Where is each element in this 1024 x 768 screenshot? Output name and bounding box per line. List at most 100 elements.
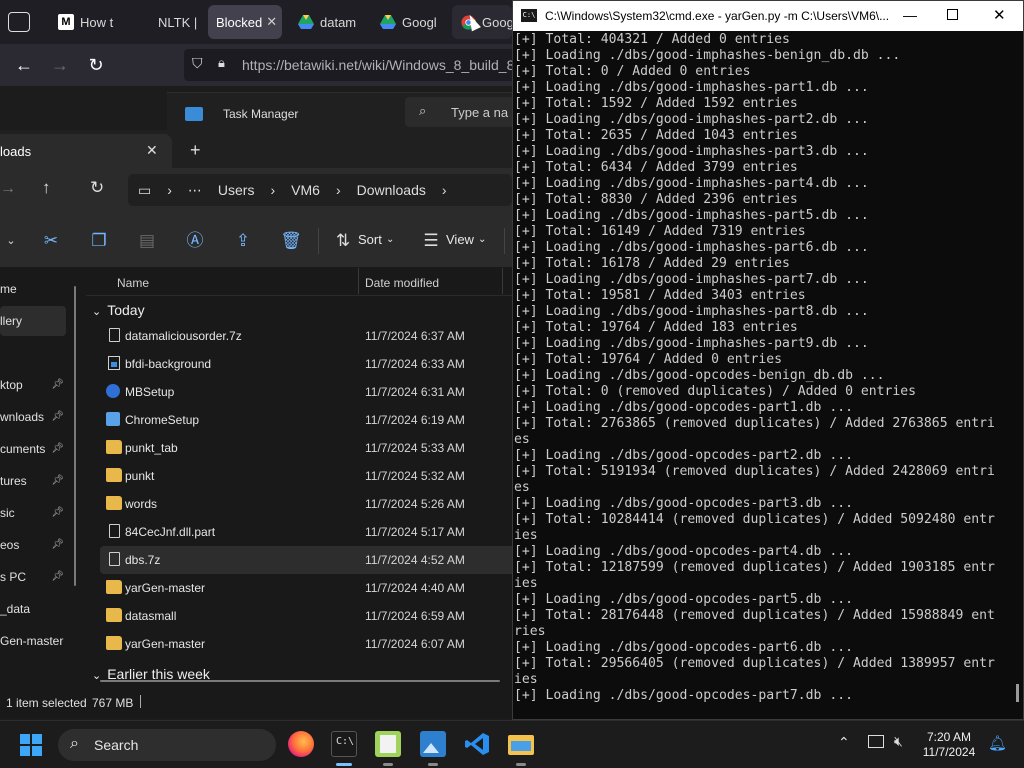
paste-icon[interactable]: ▤ [136, 230, 158, 252]
file-row[interactable]: datasmall 11/7/2024 6:59 AM [100, 602, 512, 630]
running-indicator [516, 763, 526, 766]
notepad-plus-icon[interactable] [375, 731, 401, 757]
column-date-modified[interactable]: Date modified [365, 276, 439, 290]
sidebar-item[interactable]: wnloads 📌︎ [0, 402, 66, 432]
file-row[interactable]: punkt_tab 11/7/2024 5:33 AM [100, 434, 512, 462]
copy-icon[interactable]: ❐ [88, 230, 110, 252]
forward-arrow-icon[interactable]: → [48, 53, 72, 77]
horizontal-scrollbar[interactable] [100, 680, 500, 682]
sidebar-item[interactable]: Gen-master [0, 626, 78, 656]
up-arrow-icon[interactable]: ↑ [42, 178, 51, 198]
column-header: Name Date modified [86, 268, 512, 296]
notification-bell-icon[interactable]: 🔔︎ [988, 734, 1007, 752]
share-icon[interactable]: ⇪ [232, 230, 254, 252]
cut-icon[interactable]: ✂ [40, 230, 62, 252]
network-icon[interactable] [868, 735, 884, 748]
sidebar-item[interactable]: ktop 📌︎ [0, 370, 66, 400]
url-bar[interactable]: ⛉ 🔒︎ https://betawiki.net/wiki/Windows_8… [184, 49, 524, 81]
column-name[interactable]: Name [117, 276, 149, 290]
reload-icon[interactable]: ↻ [84, 53, 108, 77]
browser-tab[interactable]: NLTK | [150, 5, 202, 39]
photos-icon[interactable] [420, 731, 446, 757]
file-row[interactable]: yarGen-master 11/7/2024 4:40 AM [100, 574, 512, 602]
maximize-icon[interactable] [947, 9, 958, 20]
file-row[interactable]: ChromeSetup 11/7/2024 6:19 AM [100, 406, 512, 434]
file-name: words [125, 497, 158, 511]
sidebar-item[interactable]: _data [0, 594, 66, 624]
minimize-icon[interactable]: — [903, 7, 917, 23]
cmd-titlebar[interactable]: C:\ C:\Windows\System32\cmd.exe - yarGen… [513, 1, 1023, 31]
sidebar-item[interactable]: llery [0, 306, 66, 336]
windows-start-icon[interactable] [20, 734, 42, 756]
sort-button[interactable]: ⇅ Sort ⌄ [332, 212, 398, 268]
column-divider[interactable] [358, 268, 359, 294]
file-row[interactable]: 84CecJnf.dll.part 11/7/2024 5:17 AM [100, 518, 512, 546]
file-row-selected[interactable]: dbs.7z 11/7/2024 4:52 AM [100, 546, 512, 574]
taskbar-search[interactable]: ⌕ Search [58, 729, 276, 761]
sidebar-item[interactable]: cuments 📌︎ [0, 434, 66, 464]
refresh-icon[interactable]: ↻ [90, 178, 104, 198]
close-icon[interactable]: ✕ [146, 142, 158, 159]
browser-tab[interactable]: Googl [452, 5, 512, 39]
file-row[interactable]: MBSetup 11/7/2024 6:31 AM [100, 378, 512, 406]
breadcrumb-item[interactable]: Downloads [357, 182, 426, 198]
view-button[interactable]: ☰ View ⌄ [420, 212, 490, 268]
file-row[interactable]: words 11/7/2024 5:26 AM [100, 490, 512, 518]
browser-tab[interactable]: M How t [50, 5, 142, 39]
file-row[interactable]: bfdi-background 11/7/2024 6:33 AM [100, 350, 512, 378]
explorer-tab[interactable]: loads ✕ [0, 134, 172, 168]
file-date: 11/7/2024 6:33 AM [365, 357, 465, 371]
file-date: 11/7/2024 5:26 AM [365, 497, 465, 511]
file-row[interactable]: punkt 11/7/2024 5:32 AM [100, 462, 512, 490]
firefox-icon[interactable] [288, 731, 314, 757]
sidebar-item-label: wnloads [0, 410, 45, 424]
delete-icon[interactable]: 🗑︎ [280, 230, 302, 252]
folder-icon [106, 608, 122, 622]
new-tab-icon[interactable]: + [190, 140, 201, 161]
close-icon[interactable]: ✕ [993, 6, 1006, 24]
shield-icon: ⛉ [192, 55, 203, 71]
column-divider[interactable] [502, 268, 503, 294]
sidebar-item[interactable]: sic 📌︎ [0, 498, 66, 528]
vscode-icon[interactable] [464, 731, 490, 757]
sidebar-item[interactable]: me [0, 274, 66, 304]
file-date: 11/7/2024 6:59 AM [365, 609, 465, 623]
forward-arrow-icon[interactable]: → [0, 180, 16, 198]
breadcrumb-item[interactable]: Users [218, 182, 255, 198]
chevron-down-icon[interactable]: ⌄ [0, 230, 22, 252]
sidebar-item[interactable]: eos 📌︎ [0, 530, 66, 560]
close-icon[interactable]: ✕ [266, 14, 277, 30]
more-icon[interactable]: ⋯ [188, 182, 202, 199]
file-row[interactable]: datamaliciousorder.7z 11/7/2024 6:37 AM [100, 322, 512, 350]
volume-muted-icon[interactable]: 🔇︎ [894, 733, 903, 750]
file-date: 11/7/2024 5:33 AM [365, 441, 465, 455]
browser-tab[interactable]: Googl [372, 5, 446, 39]
browser-tab[interactable]: datam [290, 5, 364, 39]
terminal-icon[interactable]: C:\ [331, 731, 357, 757]
cmd-line: [+] Total: 1592 / Added 1592 entries [514, 96, 798, 111]
cmd-scrollbar[interactable] [1016, 684, 1019, 702]
chevron-up-icon[interactable]: ⌃ [838, 734, 850, 751]
sidebar-scrollbar[interactable] [74, 286, 76, 586]
sidebar-item-label: ktop [0, 378, 23, 392]
group-header-today[interactable]: ⌄ Today [92, 302, 145, 318]
sidebar-item-label: cuments [0, 442, 46, 456]
sidebar-item[interactable]: s PC 📌︎ [0, 562, 66, 592]
task-manager-search[interactable]: ⌕ Type a na [405, 97, 525, 127]
sidebar-item[interactable]: tures 📌︎ [0, 466, 66, 496]
file-explorer-icon[interactable] [508, 731, 534, 757]
browser-tab-active[interactable]: Blocked ✕ [208, 5, 282, 39]
cmd-line: [+] Loading ./dbs/good-imphashes-part6.d… [514, 240, 869, 255]
taskbar: ⌕ Search C:\ ⌃ 🔇︎ 7:20 AM 11/7/2024 🔔︎ [0, 720, 1024, 768]
clock[interactable]: 7:20 AM 11/7/2024 [912, 730, 986, 760]
tab-overview-icon[interactable] [8, 12, 30, 32]
sidebar-item-label: llery [0, 314, 23, 328]
sidebar-item-label: tures [0, 474, 27, 488]
breadcrumb-item[interactable]: VM6 [291, 182, 320, 198]
file-row[interactable]: yarGen-master 11/7/2024 6:07 AM [100, 630, 512, 658]
cmd-output[interactable]: [+] Total: 404321 / Added 0 entries [+] L… [513, 32, 1009, 716]
rename-icon[interactable]: Ⓐ [184, 230, 206, 252]
search-label: Search [94, 737, 139, 753]
breadcrumb[interactable]: ▭ › ⋯ Users › VM6 › Downloads › [128, 174, 512, 206]
back-arrow-icon[interactable]: ← [12, 53, 36, 77]
